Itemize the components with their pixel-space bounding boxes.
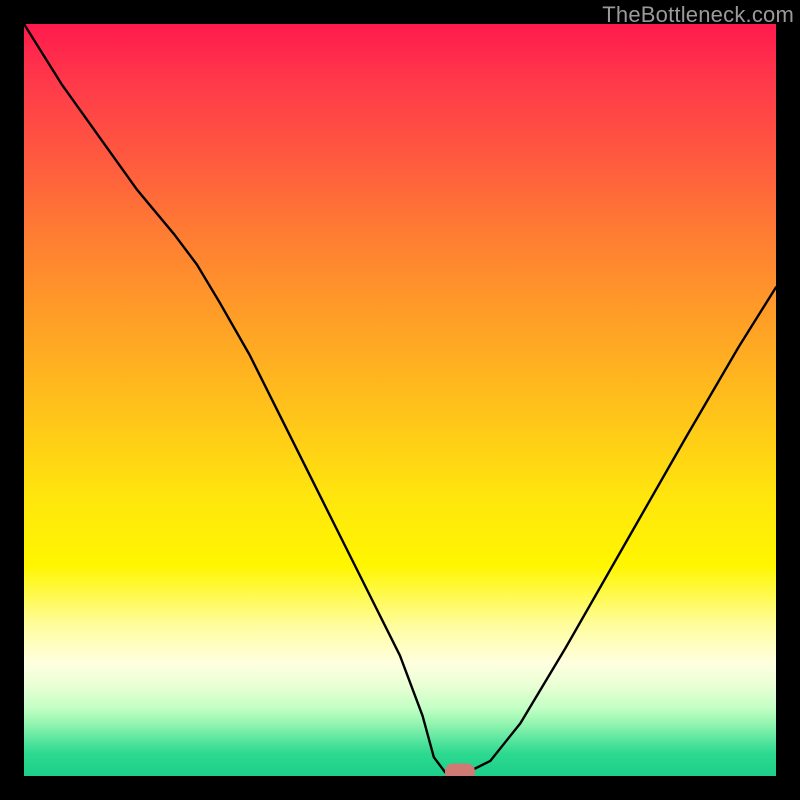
curve-layer <box>24 24 776 776</box>
plot-area <box>24 24 776 776</box>
bottleneck-curve <box>24 24 776 772</box>
chart-frame: TheBottleneck.com <box>0 0 800 800</box>
optimal-point-marker <box>445 764 475 776</box>
